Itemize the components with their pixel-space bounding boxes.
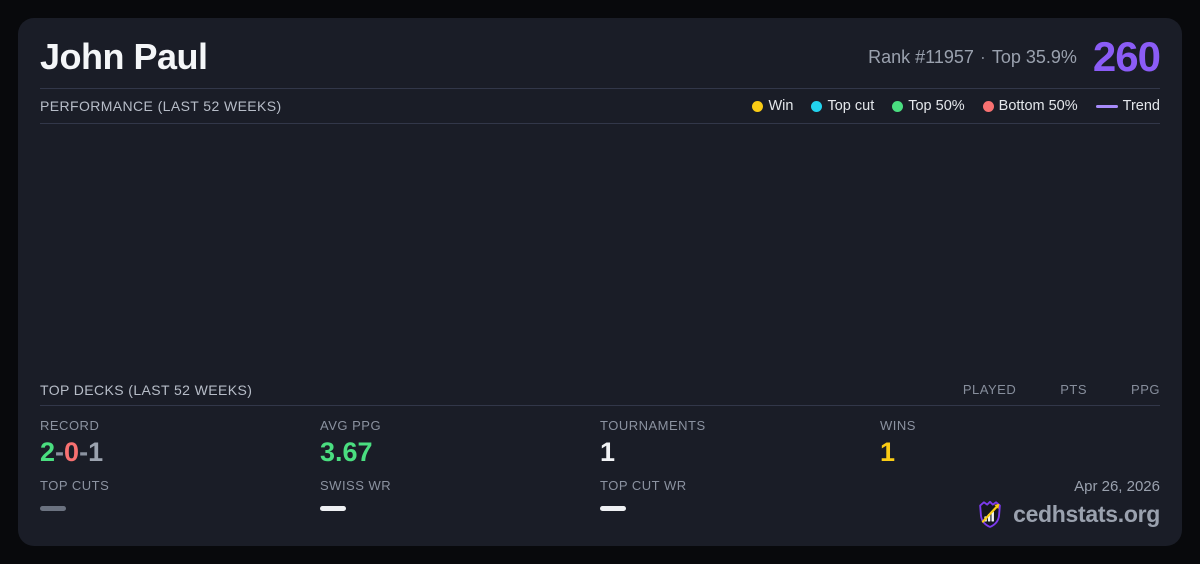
generated-date: Apr 26, 2026 bbox=[1074, 478, 1160, 495]
legend-item-top-50: Top 50% bbox=[892, 98, 965, 114]
column-header-pts: PTS bbox=[1060, 382, 1088, 398]
legend-label-top-cut: Top cut bbox=[827, 98, 875, 114]
stats-grid: RECORD 2-0-1 AVG PPG 3.67 TOURNAMENTS 1 … bbox=[40, 406, 1160, 530]
player-name: John Paul bbox=[40, 36, 208, 77]
top-cut-dot-icon bbox=[811, 100, 823, 112]
win-dot-icon bbox=[752, 100, 764, 112]
stat-tournaments: TOURNAMENTS 1 bbox=[600, 418, 880, 466]
record-separator-1: - bbox=[55, 436, 65, 467]
stat-avg-ppg: AVG PPG 3.67 bbox=[320, 418, 600, 466]
legend-item-win: Win bbox=[752, 98, 793, 114]
rank-number: Rank #11957 bbox=[868, 46, 974, 67]
top-cuts-label: TOP CUTS bbox=[40, 478, 110, 493]
wins-label: WINS bbox=[880, 417, 916, 433]
top-decks-columns: PLAYED PTS PPG bbox=[963, 382, 1160, 397]
wins-value: 1 bbox=[880, 436, 896, 467]
stat-top-cuts: TOP CUTS bbox=[40, 478, 320, 530]
stat-top-cut-wr: TOP CUT WR bbox=[600, 478, 880, 530]
top-cuts-empty-value bbox=[40, 506, 66, 511]
legend-label-trend: Trend bbox=[1122, 98, 1160, 114]
rank-text: Rank #11957 · Top 35.9% bbox=[868, 47, 1077, 68]
stat-record: RECORD 2-0-1 bbox=[40, 418, 320, 466]
stat-swiss-wr: SWISS WR bbox=[320, 478, 600, 530]
tournaments-label: TOURNAMENTS bbox=[600, 417, 706, 433]
swiss-wr-empty-value bbox=[320, 506, 346, 511]
column-header-played: PLAYED bbox=[962, 382, 1017, 398]
legend-label-top-50: Top 50% bbox=[908, 98, 965, 114]
brand-row: cedhstats.org bbox=[975, 498, 1160, 530]
record-value: 2-0-1 bbox=[40, 436, 320, 467]
legend-item-trend: Trend bbox=[1095, 98, 1160, 114]
swiss-wr-label: SWISS WR bbox=[320, 478, 392, 493]
avg-ppg-value: 3.67 bbox=[320, 436, 373, 467]
legend-item-bottom-50: Bottom 50% bbox=[982, 98, 1078, 114]
tournaments-value: 1 bbox=[600, 436, 616, 467]
card-header: John Paul Rank #11957 · Top 35.9% 260 bbox=[40, 28, 1161, 89]
top-50-dot-icon bbox=[892, 100, 904, 112]
footer-branding: Apr 26, 2026 cedhstats.org bbox=[880, 478, 1160, 530]
record-wins: 2 bbox=[40, 436, 56, 467]
performance-header-row: PERFORMANCE (LAST 52 WEEKS) Win Top cut … bbox=[40, 89, 1160, 124]
header-rank-group: Rank #11957 · Top 35.9% 260 bbox=[868, 33, 1161, 80]
record-separator-2: - bbox=[79, 436, 89, 467]
top-cut-wr-label: TOP CUT WR bbox=[600, 478, 687, 493]
performance-chart-area bbox=[40, 124, 1160, 375]
top-decks-section-label: TOP DECKS (LAST 52 WEEKS) bbox=[40, 381, 253, 398]
record-draws: 1 bbox=[88, 436, 104, 467]
chart-legend: Win Top cut Top 50% Bottom 50% Trend bbox=[752, 98, 1160, 114]
avg-ppg-label: AVG PPG bbox=[320, 417, 382, 433]
player-points: 260 bbox=[1092, 33, 1161, 80]
record-losses: 0 bbox=[64, 436, 80, 467]
player-stats-card: John Paul Rank #11957 · Top 35.9% 260 PERF… bbox=[18, 18, 1182, 546]
column-header-ppg: PPG bbox=[1131, 382, 1160, 398]
stat-wins: WINS 1 bbox=[880, 418, 1160, 466]
brand-name: cedhstats.org bbox=[1013, 500, 1160, 527]
legend-label-win: Win bbox=[768, 98, 794, 114]
cedhstats-logo-icon bbox=[979, 500, 1001, 528]
record-label: RECORD bbox=[40, 417, 100, 433]
top-decks-header-row: TOP DECKS (LAST 52 WEEKS) PLAYED PTS PPG bbox=[40, 375, 1160, 406]
top-cut-wr-empty-value bbox=[600, 506, 626, 511]
legend-label-bottom-50: Bottom 50% bbox=[998, 98, 1078, 114]
performance-section-label: PERFORMANCE (LAST 52 WEEKS) bbox=[40, 98, 282, 114]
top-percent: Top 35.9% bbox=[991, 46, 1077, 67]
rank-separator: · bbox=[979, 46, 986, 67]
trend-line-icon bbox=[1095, 104, 1118, 108]
bottom-50-dot-icon bbox=[982, 100, 994, 112]
legend-item-top-cut: Top cut bbox=[811, 98, 874, 114]
